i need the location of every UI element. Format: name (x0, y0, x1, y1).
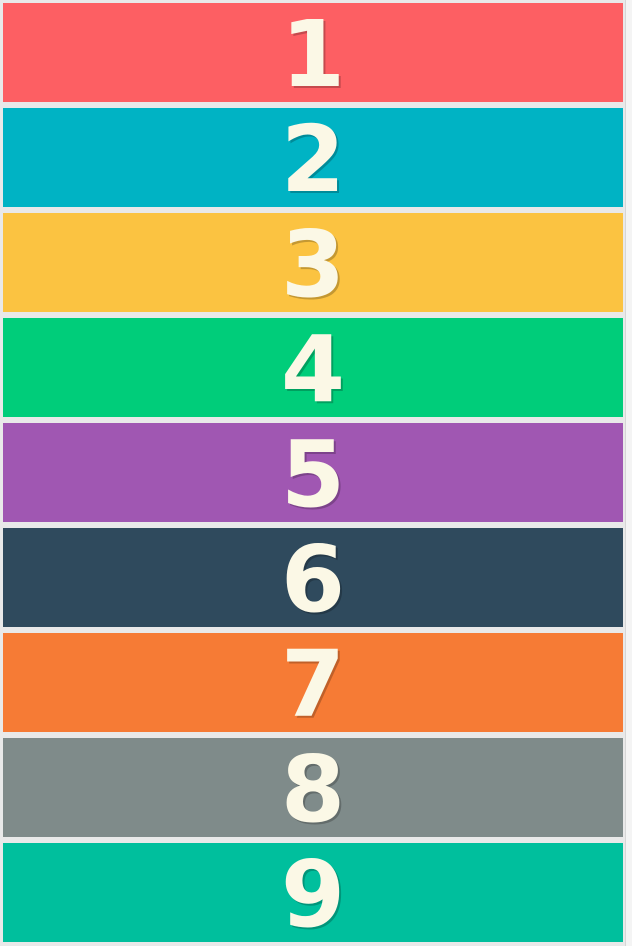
level-label: 5 (280, 420, 345, 528)
level-label: 2 (280, 105, 345, 213)
level-label: 7 (280, 630, 345, 738)
level-button-7[interactable]: 7 (3, 633, 623, 732)
level-button-3[interactable]: 3 (3, 213, 623, 312)
level-label: 9 (280, 840, 345, 946)
level-button-2[interactable]: 2 (3, 108, 623, 207)
level-button-4[interactable]: 4 (3, 318, 623, 417)
level-button-6[interactable]: 6 (3, 528, 623, 627)
scrollbar[interactable] (625, 0, 632, 946)
level-label: 4 (280, 315, 345, 423)
level-label: 1 (280, 0, 345, 108)
level-label: 6 (280, 525, 345, 633)
level-label: 3 (280, 210, 345, 318)
level-label: 8 (280, 735, 345, 843)
level-button-9[interactable]: 9 (3, 843, 623, 942)
level-button-1[interactable]: 1 (3, 3, 623, 102)
level-button-5[interactable]: 5 (3, 423, 623, 522)
level-button-8[interactable]: 8 (3, 738, 623, 837)
level-list: 1 2 3 4 5 6 7 8 9 (0, 0, 632, 946)
